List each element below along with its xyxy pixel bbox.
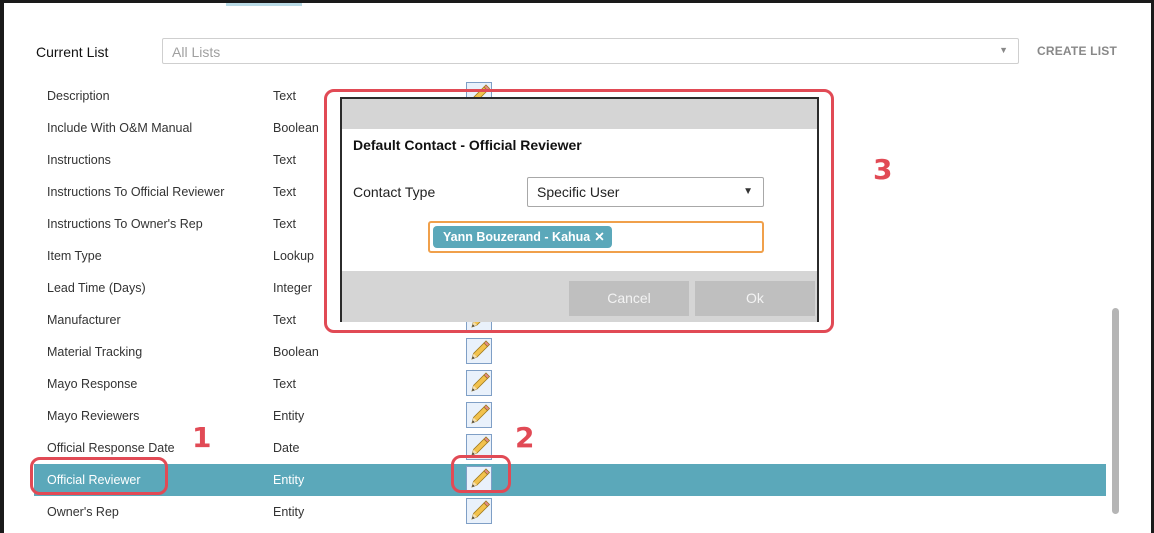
- field-name: Instructions To Official Reviewer: [47, 185, 225, 199]
- field-type: Lookup: [273, 249, 315, 263]
- annotation-box-edit-button: [451, 455, 511, 493]
- pencil-edit-icon[interactable]: [466, 338, 492, 364]
- contact-type-label: Contact Type: [353, 184, 436, 200]
- annotation-number-3: 3: [873, 153, 893, 186]
- contact-token-field[interactable]: Yann Bouzerand - Kahua ✕: [428, 221, 764, 253]
- field-type: Text: [273, 217, 296, 231]
- scrollbar[interactable]: [1112, 308, 1119, 514]
- contact-token: Yann Bouzerand - Kahua ✕: [433, 226, 612, 248]
- field-row[interactable]: Official Reviewer Entity: [34, 464, 1106, 496]
- dialog-header-bar: [342, 99, 817, 129]
- pencil-edit-icon[interactable]: [466, 498, 492, 524]
- create-list-button[interactable]: CREATE LIST: [1037, 44, 1117, 58]
- field-name: Description: [47, 89, 110, 103]
- field-name: Official Response Date: [47, 441, 175, 455]
- field-type: Text: [273, 89, 296, 103]
- field-type: Boolean: [273, 345, 319, 359]
- cancel-button[interactable]: Cancel: [569, 281, 689, 316]
- contact-token-label: Yann Bouzerand - Kahua: [443, 230, 591, 244]
- field-type: Boolean: [273, 121, 319, 135]
- contact-type-select[interactable]: Specific User ▼: [527, 177, 764, 207]
- field-type: Text: [273, 313, 296, 327]
- field-name: Item Type: [47, 249, 102, 263]
- field-name: Lead Time (Days): [47, 281, 146, 295]
- field-name: Mayo Reviewers: [47, 409, 140, 423]
- dialog-title: Default Contact - Official Reviewer: [353, 137, 582, 153]
- field-type: Text: [273, 377, 296, 391]
- annotation-number-2: 2: [515, 421, 535, 454]
- field-name: Include With O&M Manual: [47, 121, 193, 135]
- chevron-down-icon: ▼: [743, 186, 753, 197]
- pencil-edit-icon[interactable]: [466, 402, 492, 428]
- current-list-label: Current List: [36, 44, 109, 60]
- annotation-box-selected-row: [30, 457, 168, 495]
- field-type: Entity: [273, 409, 305, 423]
- chevron-down-icon: ▼: [999, 45, 1008, 55]
- field-type: Date: [273, 441, 300, 455]
- ok-button[interactable]: Ok: [695, 281, 815, 316]
- field-name: Owner's Rep: [47, 505, 119, 519]
- field-type: Integer: [273, 281, 312, 295]
- field-name: Manufacturer: [47, 313, 121, 327]
- close-icon[interactable]: ✕: [594, 230, 604, 244]
- field-name: Instructions To Owner's Rep: [47, 217, 203, 231]
- annotation-number-1: 1: [192, 421, 212, 454]
- current-list-placeholder: All Lists: [172, 44, 221, 60]
- contact-type-value: Specific User: [537, 184, 620, 200]
- field-name: Material Tracking: [47, 345, 143, 359]
- field-type: Text: [273, 185, 296, 199]
- field-type: Entity: [273, 505, 305, 519]
- field-name: Instructions: [47, 153, 111, 167]
- field-row[interactable]: Mayo Response Text: [34, 368, 1106, 400]
- field-type: Text: [273, 153, 296, 167]
- tab-indicator: [226, 3, 302, 6]
- field-row[interactable]: Owner's Rep Entity: [34, 496, 1106, 528]
- field-name: Mayo Response: [47, 377, 138, 391]
- field-type: Entity: [273, 473, 305, 487]
- current-list-select[interactable]: All Lists ▼: [162, 38, 1019, 64]
- default-contact-dialog: Default Contact - Official Reviewer Cont…: [340, 97, 819, 322]
- pencil-edit-icon[interactable]: [466, 370, 492, 396]
- field-row[interactable]: Material Tracking Boolean: [34, 336, 1106, 368]
